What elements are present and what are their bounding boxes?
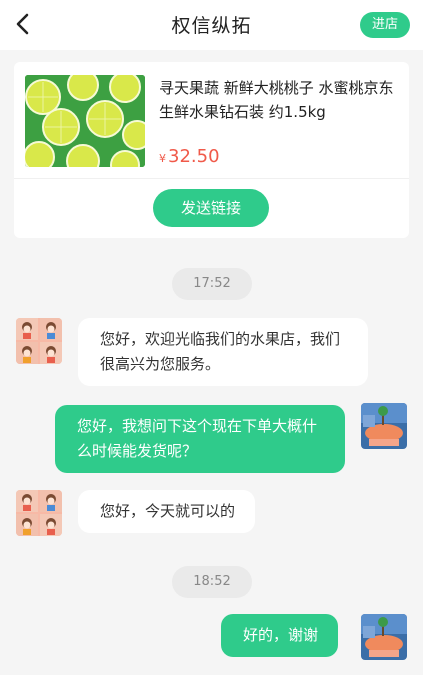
header-bar: 权信纵拓 进店 [0,0,423,50]
product-card[interactable]: 寻天果蔬 新鲜大桃桃子 水蜜桃京东生鲜水果钻石装 约1.5kg ¥32.50 发… [14,62,409,238]
user-avatar[interactable] [361,614,407,660]
user-avatar[interactable] [361,403,407,449]
chat-timestamp: 18:52 [172,566,252,598]
card-divider [14,178,409,179]
message-bubble-user: 好的，谢谢 [221,614,339,657]
seller-avatar[interactable] [16,318,62,364]
price-value: 32.50 [168,146,220,167]
message-bubble-seller: 您好，今天就可以的 [78,490,256,533]
chat-timestamp: 17:52 [172,268,252,300]
product-image[interactable] [25,75,145,167]
currency-symbol: ¥ [159,152,166,165]
send-link-button[interactable]: 发送链接 [153,189,269,227]
product-name[interactable]: 寻天果蔬 新鲜大桃桃子 水蜜桃京东生鲜水果钻石装 约1.5kg [159,76,401,124]
product-price: ¥32.50 [159,146,220,167]
message-bubble-user: 您好，我想问下这个现在下单大概什么时候能发货呢？ [55,405,345,473]
seller-avatar[interactable] [16,490,62,536]
message-bubble-seller: 您好，欢迎光临我们的水果店，我们很高兴为您服务。 [78,318,368,386]
enter-store-button[interactable]: 进店 [360,12,410,38]
